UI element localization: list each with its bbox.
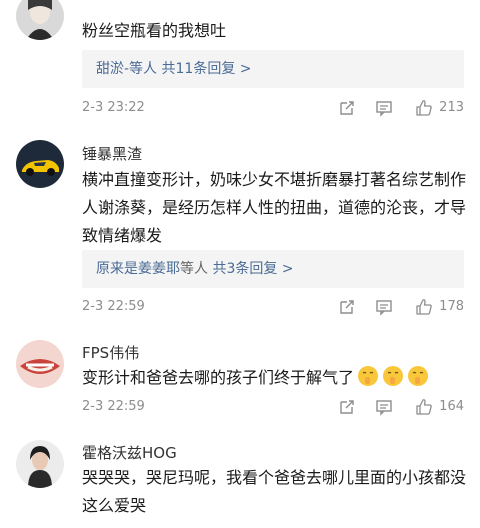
reply-authors[interactable]: 甜淤-等人 [96,61,157,77]
like-count: 178 [439,299,464,314]
avatar[interactable] [16,140,64,188]
reply-authors[interactable]: 原来是姜姜耶 [96,261,180,277]
username[interactable]: 霍格沃兹HOG [82,442,177,463]
avatar[interactable] [16,440,64,488]
thumbs-up-icon[interactable] [415,398,433,416]
thumbs-up-icon[interactable] [415,99,433,117]
comment-item: 锤暴黑渣 横冲直撞变形计，奶味少女不堪折磨暴打著名综艺制作人谢涤葵，是经历怎样人… [0,126,480,326]
share-icon[interactable] [338,99,356,117]
shush-face-emoji [408,366,429,386]
comment-icon[interactable] [375,99,393,117]
comment-meta: 2-3 22:59 178 [82,296,464,318]
thumbs-up-icon[interactable] [415,298,433,316]
reply-summary[interactable]: 甜淤-等人 共11条回复 > [82,50,464,88]
like-count: 213 [439,100,464,115]
reply-count[interactable]: 共3条回复 > [212,261,293,277]
reply-authors-suffix: 等人 [180,261,208,277]
comment-time: 2-3 23:22 [82,100,145,115]
comment-meta: 2-3 23:22 213 [82,97,464,119]
comment-text: 变形计和爸爸去哪的孩子们终于解气了 [82,364,466,392]
comment-text: 横冲直撞变形计，奶味少女不堪折磨暴打著名综艺制作人谢涤葵，是经历怎样人性的扭曲，… [82,170,467,245]
comment-time: 2-3 22:59 [82,299,145,314]
comment-item: 粉丝空瓶看的我想吐 甜淤-等人 共11条回复 > 2-3 23:22 213 [0,0,480,126]
username[interactable]: FPS伟伟 [82,342,139,363]
username[interactable]: 锤暴黑渣 [82,143,142,164]
share-icon[interactable] [338,398,356,416]
comment-meta: 2-3 22:59 164 [82,396,464,418]
comment-item: 霍格沃兹HOG 哭哭哭，哭尼玛呢，我看个爸爸去哪儿里面的小孩都没这么爱哭 [0,426,480,528]
comment-text-body: 变形计和爸爸去哪的孩子们终于解气了 [82,368,355,387]
reply-summary[interactable]: 原来是姜姜耶等人 共3条回复 > [82,250,464,288]
avatar[interactable] [16,340,64,388]
comment-time: 2-3 22:59 [82,399,145,414]
shush-face-emoji [358,366,379,386]
like-count: 164 [439,399,464,414]
comment-icon[interactable] [375,398,393,416]
comment-text: 粉丝空瓶看的我想吐 [82,21,227,40]
reply-count[interactable]: 共11条回复 > [162,61,252,77]
comment-item: FPS伟伟 变形计和爸爸去哪的孩子们终于解气了 2-3 22:59 164 [0,326,480,426]
comment-text: 哭哭哭，哭尼玛呢，我看个爸爸去哪儿里面的小孩都没这么爱哭 [82,468,467,515]
share-icon[interactable] [338,298,356,316]
shush-face-emoji [383,366,404,386]
comment-icon[interactable] [375,298,393,316]
avatar[interactable] [16,0,64,40]
